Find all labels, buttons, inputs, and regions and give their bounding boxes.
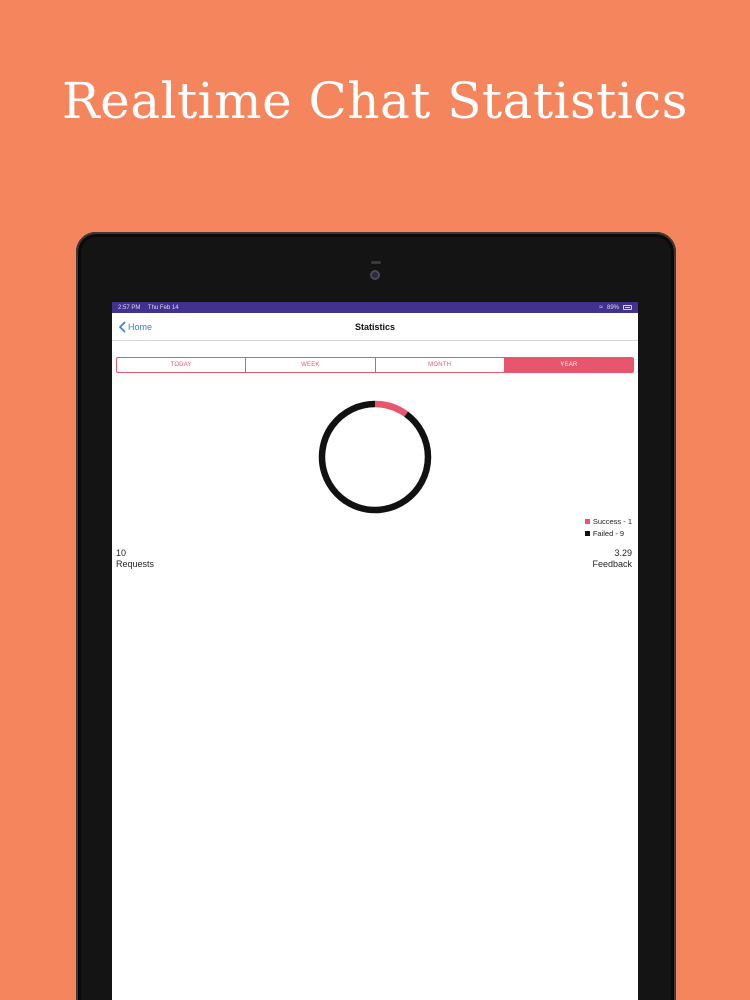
requests-stat: 10 Requests: [116, 548, 154, 570]
tab-today[interactable]: TODAY: [117, 358, 247, 372]
legend-swatch-success: [584, 519, 590, 524]
requests-value: 10: [116, 548, 127, 558]
tab-year[interactable]: YEAR: [504, 358, 633, 372]
tab-month[interactable]: MONTH: [376, 358, 505, 372]
chart-legend: Success - 1 Failed - 9: [584, 517, 632, 541]
back-button[interactable]: Home: [118, 321, 152, 333]
feedback-label: Feedback: [592, 559, 632, 569]
requests-label: Requests: [116, 559, 155, 569]
app-screen: 2:57 PM Thu Feb 14 ≈ 89% Home Statistics…: [112, 302, 638, 1000]
camera-icon: [370, 270, 380, 280]
legend-label-failed: Failed - 9: [592, 529, 625, 538]
navigation-bar: Home Statistics: [112, 313, 638, 341]
donut-slice-failed: [318, 400, 432, 514]
sensor-slit: [371, 261, 381, 264]
promo-headline: Realtime Chat Statistics: [62, 72, 688, 130]
feedback-stat: 3.29 Feedback: [592, 548, 632, 570]
wifi-icon: ≈: [599, 304, 603, 311]
requests-donut-chart: [318, 400, 432, 514]
period-segmented-control: TODAY WEEK MONTH YEAR: [116, 357, 634, 373]
chevron-left-icon: [118, 321, 126, 333]
tab-week[interactable]: WEEK: [246, 358, 376, 372]
tablet-device: 2:57 PM Thu Feb 14 ≈ 89% Home Statistics…: [76, 232, 676, 1000]
page-title: Statistics: [354, 321, 396, 332]
feedback-value: 3.29: [614, 548, 632, 558]
battery-percent: 89%: [606, 304, 619, 311]
battery-icon: [623, 305, 632, 310]
donut-slice-success: [374, 400, 409, 417]
legend-item-failed: Failed - 9: [584, 529, 632, 538]
legend-label-success: Success - 1: [592, 517, 632, 526]
legend-swatch-failed: [584, 531, 590, 536]
status-time: 2:57 PM: [118, 304, 141, 311]
status-bar: 2:57 PM Thu Feb 14 ≈ 89%: [112, 302, 638, 313]
legend-item-success: Success - 1: [584, 517, 632, 526]
status-date: Thu Feb 14: [147, 304, 179, 311]
back-label: Home: [128, 322, 153, 332]
